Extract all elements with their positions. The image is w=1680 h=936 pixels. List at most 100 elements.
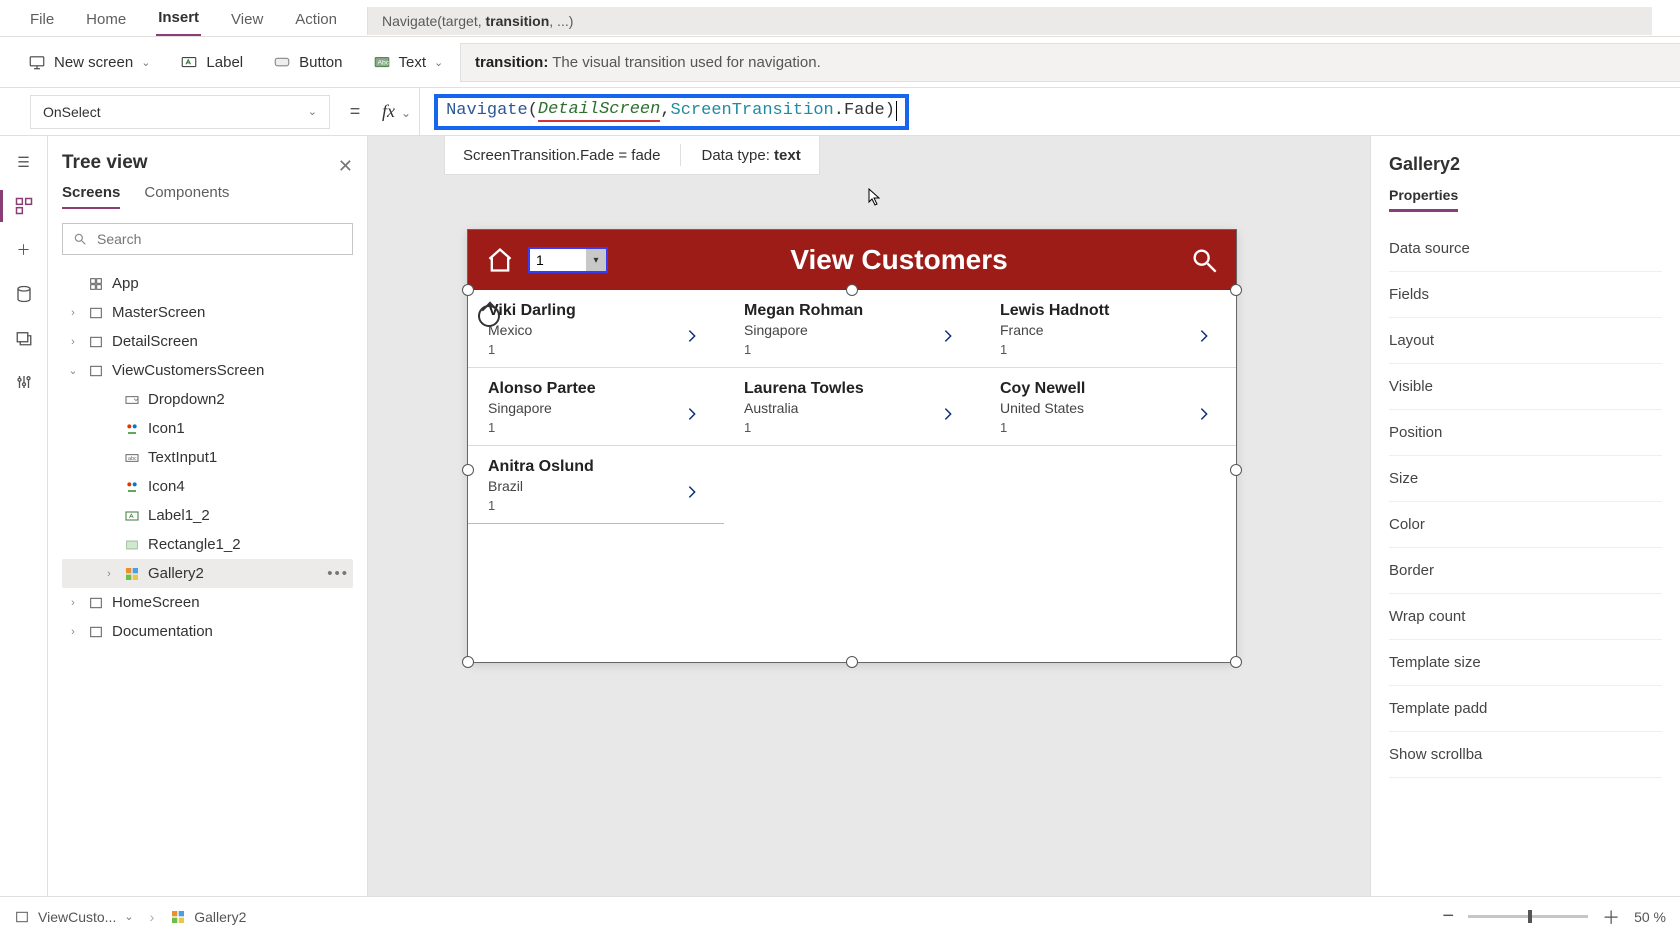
chevron-right-icon[interactable]	[684, 480, 700, 507]
chevron-right-icon[interactable]	[684, 402, 700, 429]
button-button[interactable]: Button	[273, 53, 342, 71]
zoom-thumb[interactable]	[1528, 910, 1532, 923]
search-input[interactable]	[95, 230, 342, 248]
customer-name: Viki Darling	[488, 302, 724, 320]
header-dropdown[interactable]: ▾	[528, 247, 608, 273]
chevron-right-icon[interactable]	[940, 402, 956, 429]
menu-file[interactable]: File	[28, 7, 56, 36]
resize-handle[interactable]	[1230, 464, 1242, 476]
node-masterscreen[interactable]: › MasterScreen	[62, 298, 353, 327]
prop-color[interactable]: Color	[1389, 502, 1662, 548]
rail-media-icon[interactable]	[12, 326, 36, 350]
label-button[interactable]: Label	[180, 53, 243, 71]
node-rectangle1_2[interactable]: Rectangle1_2	[62, 530, 353, 559]
resize-handle[interactable]	[462, 464, 474, 476]
resize-handle[interactable]	[846, 284, 858, 296]
tree-search[interactable]	[62, 223, 353, 255]
close-tree-button[interactable]: ✕	[338, 156, 353, 177]
resize-handle[interactable]	[1230, 284, 1242, 296]
canvas[interactable]: ScreenTransition.Fade = fade Data type: …	[368, 136, 1370, 896]
chevron-down-icon: ⌄	[124, 910, 133, 923]
tab-components[interactable]: Components	[144, 184, 229, 209]
chevron-down-icon[interactable]: ▾	[586, 249, 606, 271]
resize-handle[interactable]	[462, 284, 474, 296]
button-icon	[273, 53, 291, 71]
node-label: ViewCustomersScreen	[112, 362, 264, 379]
node-label: HomeScreen	[112, 594, 200, 611]
prop-border[interactable]: Border	[1389, 548, 1662, 594]
node-documentation[interactable]: › Documentation	[62, 617, 353, 646]
node-homescreen[interactable]: › HomeScreen	[62, 588, 353, 617]
rail-data-icon[interactable]	[12, 282, 36, 306]
property-selector[interactable]: OnSelect ⌄	[30, 95, 330, 129]
rail-tree-icon[interactable]	[12, 194, 36, 218]
gallery-item[interactable]: Lewis Hadnott France 1	[980, 290, 1236, 368]
menu-view[interactable]: View	[229, 7, 265, 36]
node-label: TextInput1	[148, 449, 217, 466]
chevron-right-icon[interactable]	[1196, 324, 1212, 351]
gallery-item[interactable]: Megan Rohman Singapore 1	[724, 290, 980, 368]
formula-input[interactable]: Navigate(DetailScreen, ScreenTransition.…	[419, 88, 1680, 135]
dropdown-input[interactable]	[530, 250, 586, 270]
prop-fields[interactable]: Fields	[1389, 272, 1662, 318]
search-icon[interactable]	[1190, 246, 1218, 274]
gallery-item[interactable]: Anitra Oslund Brazil 1	[468, 446, 724, 524]
gallery-item[interactable]: Laurena Towles Australia 1	[724, 368, 980, 446]
tab-properties[interactable]: Properties	[1389, 187, 1458, 212]
more-icon[interactable]: •••	[327, 565, 349, 582]
gallery-item[interactable]: Viki Darling Mexico 1	[468, 290, 724, 368]
resize-handle[interactable]	[846, 656, 858, 668]
prop-layout[interactable]: Layout	[1389, 318, 1662, 364]
home-icon[interactable]	[486, 246, 514, 274]
fx-icon[interactable]: fx	[374, 101, 419, 122]
resize-handle[interactable]	[462, 656, 474, 668]
prop-visible[interactable]: Visible	[1389, 364, 1662, 410]
zoom-out-button[interactable]: −	[1442, 905, 1454, 928]
node-gallery2[interactable]: ›Gallery2•••	[62, 559, 353, 588]
zoom-value: 50 %	[1634, 909, 1666, 925]
node-textinput1[interactable]: abcTextInput1	[62, 443, 353, 472]
chevron-right-icon[interactable]	[684, 324, 700, 351]
menu-bar: File Home Insert View Action Navigate(ta…	[0, 0, 1680, 36]
tok-fn: Navigate	[446, 101, 528, 120]
tok-arg1: DetailScreen	[538, 100, 660, 122]
prop-wrap-count[interactable]: Wrap count	[1389, 594, 1662, 640]
gallery-item[interactable]: Coy Newell United States 1	[980, 368, 1236, 446]
menu-home[interactable]: Home	[84, 7, 128, 36]
chevron-right-icon[interactable]	[940, 324, 956, 351]
new-screen-button[interactable]: New screen ⌄	[28, 53, 150, 71]
node-icon4[interactable]: Icon4	[62, 472, 353, 501]
breadcrumb-control[interactable]: Gallery2	[170, 909, 246, 925]
rail-hamburger[interactable]: ☰	[12, 150, 36, 174]
node-label1_2[interactable]: Label1_2	[62, 501, 353, 530]
gallery[interactable]: Viki Darling Mexico 1 Megan Rohman Singa…	[468, 290, 1236, 524]
customer-name: Megan Rohman	[744, 302, 980, 320]
prop-show-scrollba[interactable]: Show scrollba	[1389, 732, 1662, 778]
node-icon1[interactable]: Icon1	[62, 414, 353, 443]
gallery-item[interactable]: Alonso Partee Singapore 1	[468, 368, 724, 446]
menu-action[interactable]: Action	[293, 7, 339, 36]
text-button[interactable]: Abc Text ⌄	[373, 53, 444, 71]
node-detailscreen[interactable]: › DetailScreen	[62, 327, 353, 356]
menu-insert[interactable]: Insert	[156, 5, 201, 37]
node-app[interactable]: App	[62, 269, 353, 298]
chevron-right-icon[interactable]	[1196, 402, 1212, 429]
node-label: Label1_2	[148, 507, 210, 524]
prop-template-size[interactable]: Template size	[1389, 640, 1662, 686]
resize-handle[interactable]	[1230, 656, 1242, 668]
screen-icon	[88, 334, 104, 350]
prop-position[interactable]: Position	[1389, 410, 1662, 456]
node-viewcustomersscreen[interactable]: ⌄ ViewCustomersScreen	[62, 356, 353, 385]
device-frame[interactable]: ▾ View Customers Viki Darling Mexico 1 M…	[468, 230, 1236, 662]
zoom-in-button[interactable]: ＋	[1602, 904, 1620, 930]
prop-data-source[interactable]: Data source	[1389, 226, 1662, 272]
node-dropdown2[interactable]: Dropdown2	[62, 385, 353, 414]
rail-insert-icon[interactable]: ＋	[12, 238, 36, 262]
breadcrumb-sep: ›	[150, 909, 155, 925]
tab-screens[interactable]: Screens	[62, 184, 120, 209]
prop-size[interactable]: Size	[1389, 456, 1662, 502]
rail-advanced-icon[interactable]	[12, 370, 36, 394]
breadcrumb-screen[interactable]: ViewCusto... ⌄	[14, 909, 134, 925]
zoom-slider[interactable]	[1468, 915, 1588, 918]
prop-template-padd[interactable]: Template padd	[1389, 686, 1662, 732]
